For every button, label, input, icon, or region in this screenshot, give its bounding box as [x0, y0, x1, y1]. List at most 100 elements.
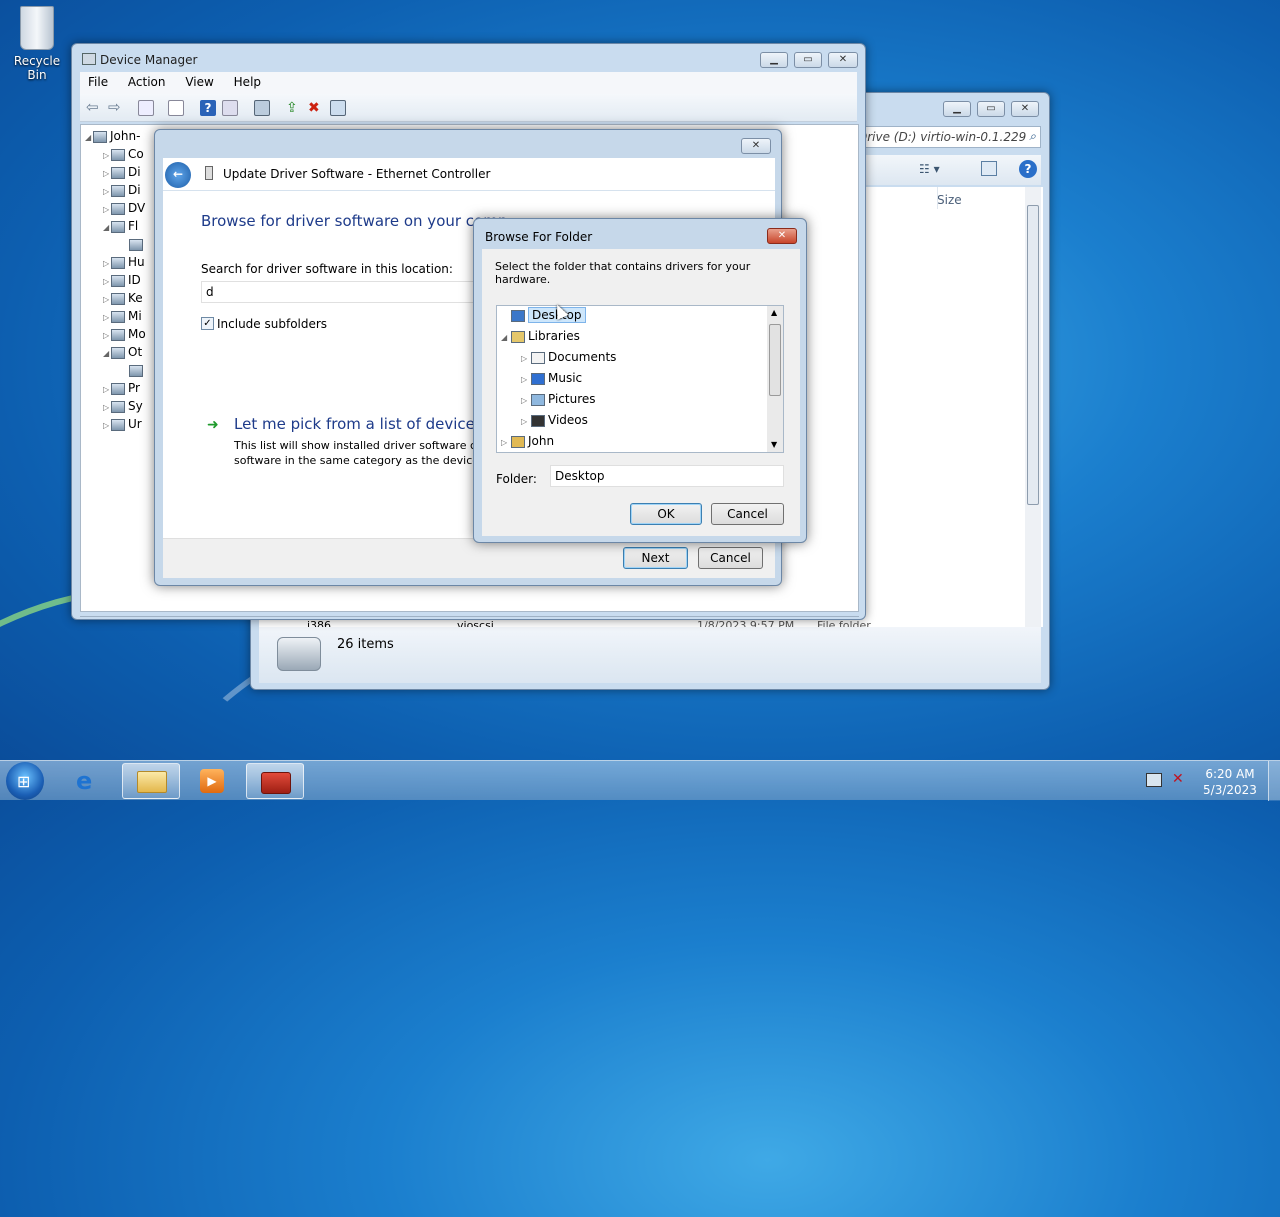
help-icon[interactable]: ? — [200, 100, 216, 116]
volume-muted-icon[interactable]: ✕ — [1172, 771, 1184, 787]
device-tree-item[interactable]: ▷ Di — [103, 165, 141, 183]
menu-action[interactable]: Action — [120, 72, 174, 92]
close-button[interactable]: ✕ — [767, 228, 797, 244]
folder-tree-item[interactable]: ▷ Pictures — [521, 392, 596, 410]
close-button[interactable]: ✕ — [828, 52, 858, 68]
taskbar-internet-explorer[interactable]: e — [60, 763, 118, 799]
search-box[interactable]: Drive (D:) virtio-win-0.1.229 ⌕ — [858, 126, 1041, 148]
expander-icon[interactable]: ▷ — [103, 385, 111, 394]
device-tree-item[interactable]: ▷ Ur — [103, 417, 142, 435]
close-button[interactable]: ✕ — [1011, 101, 1039, 117]
show-desktop-button[interactable] — [1268, 761, 1280, 801]
expander-icon[interactable]: ▷ — [501, 438, 509, 447]
folder-input[interactable]: Desktop — [550, 465, 784, 487]
expander-icon[interactable]: ◢ — [103, 223, 111, 232]
folder-tree-item[interactable]: ◢ Libraries — [501, 329, 580, 347]
device-tree-item[interactable]: ▷ Hu — [103, 255, 145, 273]
expander-icon[interactable]: ▷ — [521, 354, 529, 363]
recycle-bin-shortcut[interactable]: Recycle Bin — [4, 6, 70, 82]
vertical-scrollbar[interactable] — [1025, 187, 1041, 627]
expander-icon[interactable]: ▷ — [103, 259, 111, 268]
ok-button[interactable]: OK — [630, 503, 702, 525]
system-clock[interactable]: 6:20 AM 5/3/2023 — [1196, 766, 1264, 798]
expander-icon[interactable]: ▷ — [103, 187, 111, 196]
show-hide-tree-icon[interactable] — [138, 100, 154, 116]
maximize-button[interactable]: ▭ — [977, 101, 1005, 117]
scroll-up-arrow[interactable]: ▲ — [771, 308, 777, 317]
title-bar[interactable]: Device Manager — [72, 44, 865, 70]
device-tree-item[interactable]: ▷ Co — [103, 147, 144, 165]
folder-tree[interactable]: Desktop ◢ Libraries ▷ Documents ▷ Music ▷ Pictur… — [496, 305, 784, 453]
cancel-button[interactable]: Cancel — [698, 547, 763, 569]
next-button[interactable]: Next — [623, 547, 688, 569]
help-icon[interactable]: ? — [1019, 160, 1037, 178]
scroll-down-arrow[interactable]: ▼ — [771, 440, 777, 449]
folder-tree-item[interactable]: ▷ Videos — [521, 413, 588, 431]
vertical-scrollbar[interactable]: ▲ ▼ — [767, 306, 783, 452]
device-tree-item[interactable]: ◢ Fl — [103, 219, 138, 237]
scrollbar-thumb[interactable] — [1027, 205, 1039, 505]
expander-icon[interactable]: ▷ — [103, 169, 111, 178]
folder-tree-item[interactable]: ▷ John — [501, 434, 554, 452]
back-arrow-icon[interactable]: ⇦ — [86, 100, 102, 116]
device-tree-item[interactable]: ▷ DV — [103, 201, 145, 219]
properties-icon[interactable] — [168, 100, 184, 116]
action-pane-icon[interactable] — [222, 100, 238, 116]
expander-icon[interactable]: ◢ — [501, 333, 509, 342]
taskbar-windows-explorer[interactable] — [122, 763, 180, 799]
disable-device-icon[interactable] — [330, 100, 346, 116]
device-tree-item[interactable]: ▷ Sy — [103, 399, 143, 417]
preview-pane-icon[interactable] — [981, 161, 997, 176]
taskbar-media-player[interactable]: ▶ — [184, 763, 242, 799]
forward-arrow-icon[interactable]: ⇨ — [108, 100, 124, 116]
back-arrow-icon[interactable]: ← — [165, 162, 191, 188]
folder-tree-item[interactable]: ▷ Music — [521, 371, 582, 389]
view-options-icon[interactable]: ☷ ▾ — [919, 162, 940, 176]
minimize-button[interactable]: ▁ — [760, 52, 788, 68]
uninstall-icon[interactable]: ✖ — [308, 100, 324, 116]
device-tree-item[interactable]: ◢ John- — [85, 129, 140, 147]
device-tree-item[interactable]: ▷ Di — [103, 183, 141, 201]
device-tree-item[interactable]: ▷ Pr — [103, 381, 140, 399]
browse-for-folder-dialog[interactable]: Browse For Folder ✕ Select the folder th… — [473, 218, 807, 543]
device-tree-item[interactable]: ▷ Ke — [103, 291, 143, 309]
device-tree-item[interactable]: ▷ Mo — [103, 327, 146, 345]
expander-icon[interactable]: ▷ — [103, 205, 111, 214]
device-tree-item[interactable] — [121, 237, 146, 255]
expander-icon[interactable]: ▷ — [521, 417, 529, 426]
expander-icon[interactable]: ▷ — [103, 331, 111, 340]
menu-help[interactable]: Help — [226, 72, 269, 92]
folder-tree-item[interactable]: Desktop — [501, 307, 586, 326]
expander-icon[interactable]: ▷ — [103, 277, 111, 286]
expander-icon[interactable]: ▷ — [103, 151, 111, 160]
menu-view[interactable]: View — [177, 72, 221, 92]
cancel-button[interactable]: Cancel — [711, 503, 784, 525]
device-tree-item[interactable]: ▷ Mi — [103, 309, 142, 327]
include-subfolders-checkbox[interactable]: ✓ — [201, 317, 214, 330]
pick-from-list-link[interactable]: ➜ Let me pick from a list of device dri … — [207, 415, 507, 475]
scrollbar-thumb[interactable] — [769, 324, 781, 396]
folder-tree-item[interactable]: ▷ Documents — [521, 350, 616, 368]
device-tree-item[interactable]: ▷ ID — [103, 273, 141, 291]
close-button[interactable]: ✕ — [741, 138, 771, 154]
action-center-flag-icon[interactable] — [1146, 773, 1162, 787]
device-tree-item[interactable]: ◢ Ot — [103, 345, 142, 363]
expander-icon[interactable]: ▷ — [103, 403, 111, 412]
maximize-button[interactable]: ▭ — [794, 52, 822, 68]
taskbar-device-manager[interactable] — [246, 763, 304, 799]
minimize-button[interactable]: ▁ — [943, 101, 971, 117]
expander-icon[interactable]: ▷ — [521, 375, 529, 384]
update-driver-icon[interactable]: ⇪ — [286, 100, 302, 116]
menu-file[interactable]: File — [80, 72, 116, 92]
start-button[interactable]: ⊞ — [6, 762, 44, 800]
expander-icon[interactable]: ◢ — [85, 133, 93, 142]
device-tree-item[interactable] — [121, 363, 146, 381]
expander-icon[interactable]: ▷ — [103, 313, 111, 322]
search-location-input[interactable]: d — [201, 281, 491, 303]
expander-icon[interactable]: ▷ — [521, 396, 529, 405]
expander-icon[interactable]: ▷ — [103, 421, 111, 430]
column-header-size[interactable]: Size — [937, 193, 962, 207]
expander-icon[interactable]: ◢ — [103, 349, 111, 358]
scan-hardware-icon[interactable] — [254, 100, 270, 116]
expander-icon[interactable]: ▷ — [103, 295, 111, 304]
